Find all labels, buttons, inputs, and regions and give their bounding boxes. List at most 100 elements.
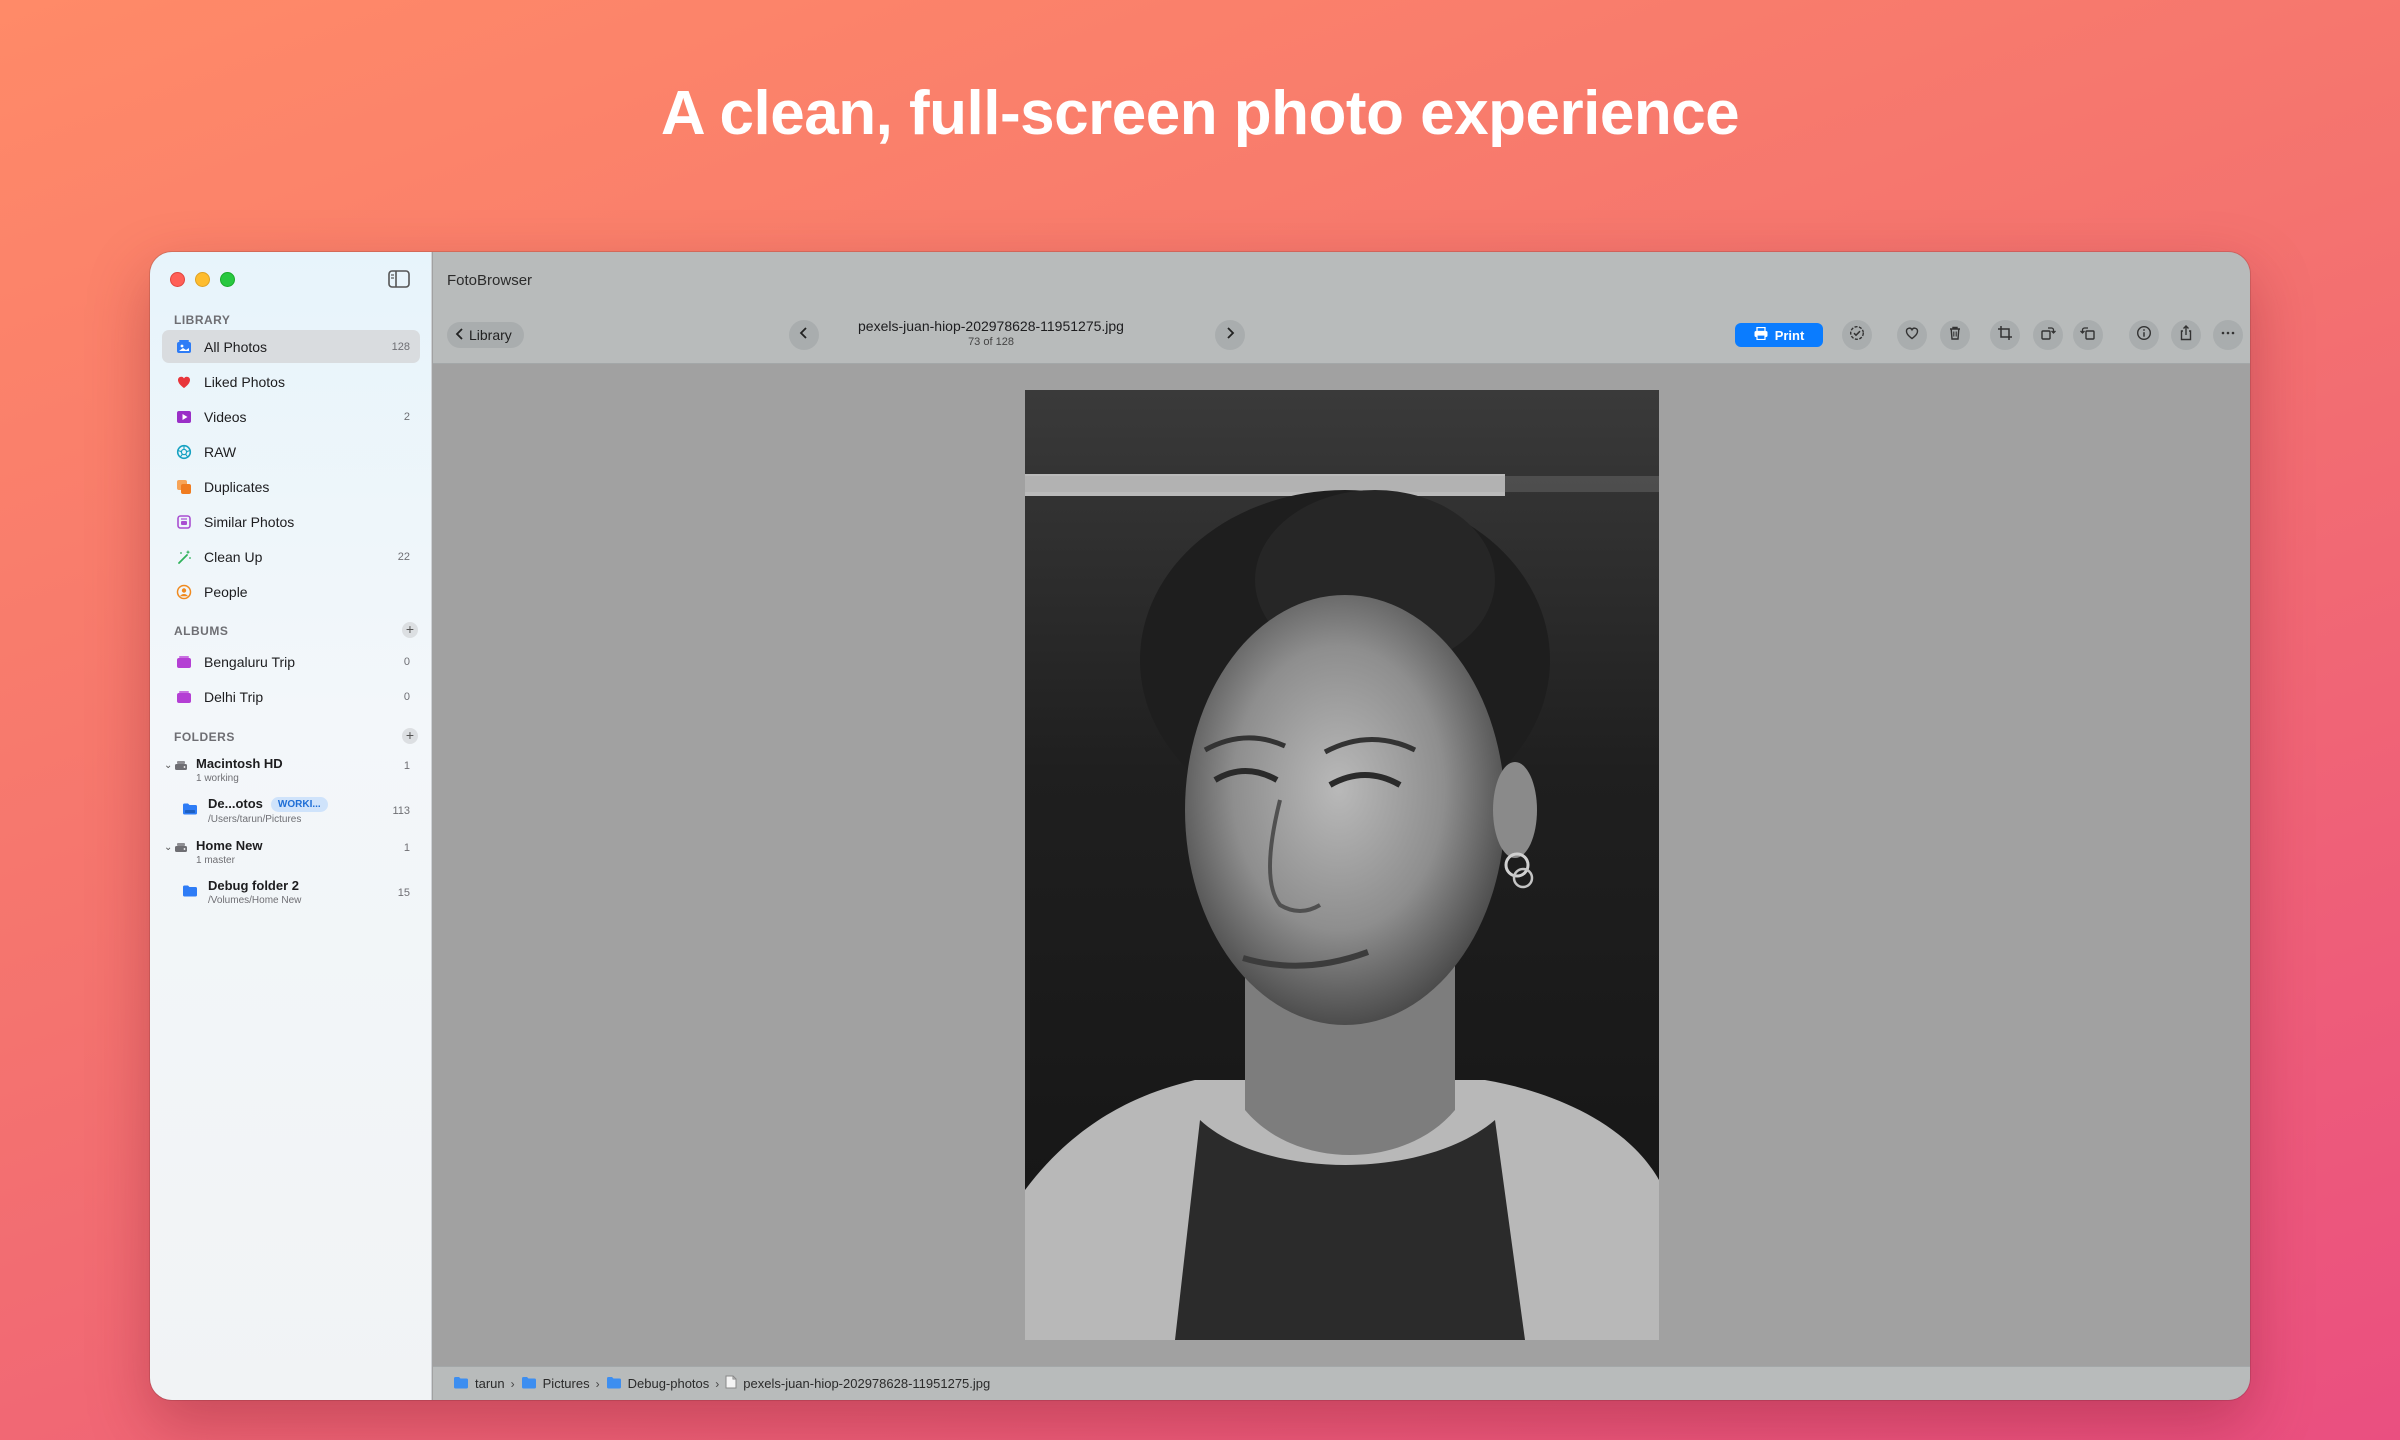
sidebar-item-album[interactable]: Bengaluru Trip 0 bbox=[162, 645, 420, 678]
previous-photo-button[interactable] bbox=[789, 320, 819, 350]
chevron-left-icon bbox=[455, 327, 465, 343]
sidebar-item-similar-photos[interactable]: Similar Photos bbox=[162, 505, 420, 538]
breadcrumb-item[interactable]: tarun bbox=[453, 1376, 505, 1392]
album-icon bbox=[176, 689, 192, 705]
more-options-button[interactable] bbox=[2213, 320, 2243, 350]
sidebar-item-label: Similar Photos bbox=[204, 513, 295, 530]
chevron-left-icon bbox=[799, 326, 809, 344]
checkmark-circle-icon bbox=[1849, 325, 1865, 346]
sidebar-item-count: 0 bbox=[403, 690, 410, 703]
aperture-icon bbox=[176, 444, 192, 460]
breadcrumb-item[interactable]: pexels-juan-hiop-202978628-11951275.jpg bbox=[725, 1375, 990, 1392]
sidebar-toggle-icon[interactable] bbox=[388, 270, 410, 288]
share-button[interactable] bbox=[2171, 320, 2201, 350]
folder-subtitle: 1 working bbox=[196, 773, 239, 784]
info-icon bbox=[2136, 325, 2152, 346]
select-button[interactable] bbox=[1842, 320, 1872, 350]
breadcrumb-item[interactable]: Debug-photos bbox=[606, 1376, 709, 1392]
similar-icon bbox=[176, 514, 192, 530]
crop-button[interactable] bbox=[1990, 320, 2020, 350]
folder-path: /Users/tarun/Pictures bbox=[208, 814, 302, 825]
chevron-down-icon[interactable]: ⌄ bbox=[164, 760, 172, 771]
sidebar-item-album[interactable]: Delhi Trip 0 bbox=[162, 680, 420, 713]
folder-volume-macintosh-hd[interactable]: ⌄ Macintosh HD 1 working 1 bbox=[162, 756, 420, 784]
sidebar: LIBRARY All Photos 128 Liked Photos Vide… bbox=[150, 252, 432, 1400]
print-button[interactable]: Print bbox=[1735, 323, 1823, 347]
app-title: FotoBrowser bbox=[447, 272, 533, 289]
folder-count: 113 bbox=[392, 805, 410, 817]
minimize-window-button[interactable] bbox=[195, 272, 210, 287]
add-album-button[interactable]: + bbox=[402, 622, 418, 638]
breadcrumb-separator: › bbox=[595, 1376, 600, 1391]
album-icon bbox=[176, 654, 192, 670]
rotate-right-icon bbox=[2040, 325, 2056, 346]
folder-name: Debug folder 2 bbox=[208, 878, 300, 893]
wand-icon bbox=[176, 549, 192, 565]
sidebar-item-label: Clean Up bbox=[204, 548, 263, 565]
rotate-left-button[interactable] bbox=[2073, 320, 2103, 350]
folder-icon bbox=[606, 1376, 622, 1392]
crop-icon bbox=[1997, 325, 2013, 346]
albums-section-header: ALBUMS bbox=[174, 624, 229, 638]
sidebar-item-duplicates[interactable]: Duplicates bbox=[162, 470, 420, 503]
next-photo-button[interactable] bbox=[1215, 320, 1245, 350]
drive-icon bbox=[174, 840, 188, 857]
photo-image[interactable] bbox=[1025, 390, 1659, 1340]
portrait-photo-graphic bbox=[1025, 390, 1659, 1340]
folder-name: Home New bbox=[196, 838, 263, 853]
sidebar-item-liked-photos[interactable]: Liked Photos bbox=[162, 365, 420, 398]
sidebar-item-videos[interactable]: Videos 2 bbox=[162, 400, 420, 433]
file-name: pexels-juan-hiop-202978628-11951275.jpg bbox=[858, 318, 1124, 334]
page-headline: A clean, full-screen photo experience bbox=[660, 79, 1740, 148]
folder-path: /Volumes/Home New bbox=[208, 895, 302, 906]
sidebar-item-label: Liked Photos bbox=[204, 373, 285, 390]
folder-count: 1 bbox=[403, 760, 410, 772]
back-button-label: Library bbox=[469, 327, 512, 343]
folder-subtitle: 1 master bbox=[196, 855, 235, 866]
trash-icon bbox=[1947, 325, 1963, 346]
rotate-right-button[interactable] bbox=[2033, 320, 2063, 350]
status-badge: WORKI... bbox=[270, 797, 328, 812]
info-button[interactable] bbox=[2129, 320, 2159, 350]
file-title: pexels-juan-hiop-202978628-11951275.jpg … bbox=[833, 318, 1149, 348]
sidebar-item-clean-up[interactable]: Clean Up 22 bbox=[162, 540, 420, 573]
home-folder-icon bbox=[453, 1376, 469, 1392]
folder-item-debug-folder-2[interactable]: Debug folder 2 /Volumes/Home New 15 bbox=[162, 878, 420, 908]
zoom-window-button[interactable] bbox=[220, 272, 235, 287]
close-window-button[interactable] bbox=[170, 272, 185, 287]
folder-icon bbox=[182, 802, 198, 819]
sidebar-item-label: All Photos bbox=[204, 338, 268, 355]
sidebar-item-people[interactable]: People bbox=[162, 575, 420, 608]
breadcrumb-label: Pictures bbox=[542, 1376, 590, 1391]
main-area: FotoBrowser Library pexels-juan-hiop-202… bbox=[433, 252, 2250, 1400]
sidebar-item-count: 22 bbox=[397, 550, 410, 563]
sidebar-item-label: People bbox=[204, 583, 248, 600]
heart-outline-icon bbox=[1904, 325, 1920, 346]
breadcrumb-item[interactable]: Pictures bbox=[521, 1376, 590, 1392]
chevron-down-icon[interactable]: ⌄ bbox=[164, 842, 172, 853]
share-icon bbox=[2178, 324, 2194, 346]
folder-name: Macintosh HD bbox=[196, 756, 283, 771]
person-icon bbox=[176, 584, 192, 600]
folder-volume-home-new[interactable]: ⌄ Home New 1 master 1 bbox=[162, 838, 420, 866]
sidebar-item-count: 2 bbox=[403, 410, 410, 423]
app-window: LIBRARY All Photos 128 Liked Photos Vide… bbox=[150, 252, 2250, 1400]
delete-button[interactable] bbox=[1940, 320, 1970, 350]
play-icon bbox=[176, 409, 192, 425]
folder-item-debug-photos[interactable]: De...otos WORKI... /Users/tarun/Pictures … bbox=[162, 796, 420, 826]
breadcrumb-label: pexels-juan-hiop-202978628-11951275.jpg bbox=[743, 1376, 991, 1391]
breadcrumb-separator: › bbox=[510, 1376, 515, 1391]
breadcrumb-label: tarun bbox=[475, 1376, 505, 1391]
sidebar-item-all-photos[interactable]: All Photos 128 bbox=[162, 330, 420, 363]
duplicates-icon bbox=[176, 479, 192, 495]
folder-count: 15 bbox=[397, 887, 410, 899]
add-folder-button[interactable]: + bbox=[402, 728, 418, 744]
back-to-library-button[interactable]: Library bbox=[447, 322, 524, 348]
library-section-header: LIBRARY bbox=[174, 313, 231, 327]
folder-icon bbox=[521, 1376, 537, 1392]
sidebar-item-raw[interactable]: RAW bbox=[162, 435, 420, 468]
sidebar-item-label: Delhi Trip bbox=[204, 688, 264, 705]
like-button[interactable] bbox=[1897, 320, 1927, 350]
folder-count: 1 bbox=[403, 842, 410, 854]
sidebar-item-count: 0 bbox=[403, 655, 410, 668]
